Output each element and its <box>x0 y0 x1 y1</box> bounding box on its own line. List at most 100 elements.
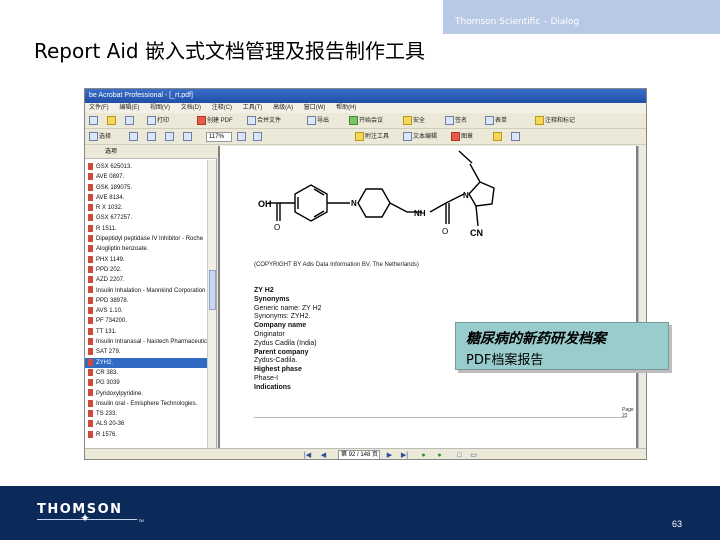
page-number-field[interactable]: 第 92 / 148 页 <box>338 450 380 459</box>
zoom-plus-button[interactable] <box>253 132 263 142</box>
print-button[interactable]: 打印 <box>147 116 169 126</box>
bookmark-item[interactable]: AVS 1.10. <box>85 306 207 316</box>
select-tool[interactable]: 选择 <box>89 132 111 142</box>
bookmark-label: R 1576. <box>96 431 118 438</box>
bookmark-item[interactable]: AVE 8134. <box>85 193 207 203</box>
info-line: ZY H2 <box>254 287 274 294</box>
sticky-note-tool[interactable]: 附注工具 <box>355 132 389 142</box>
bookmark-item[interactable]: CR 383. <box>85 368 207 378</box>
meeting-button[interactable]: 开始会议 <box>349 116 383 126</box>
bookmark-item[interactable]: TS 233. <box>85 409 207 419</box>
pdf-file-icon <box>88 162 93 170</box>
export-button[interactable]: 导出 <box>307 116 329 126</box>
bookmarks-scrollbar[interactable] <box>207 160 216 448</box>
go-back-button[interactable]: ● <box>419 451 428 459</box>
continuous-view-button[interactable]: ▭ <box>469 451 478 459</box>
bookmark-item[interactable]: ALS 20-36 <box>85 419 207 429</box>
highlighter-icon <box>493 132 502 141</box>
info-line: Synonyms <box>254 295 290 303</box>
menu-comments[interactable]: 注释(C) <box>212 105 232 111</box>
bookmark-item[interactable]: Alogliptin benzoate. <box>85 244 207 254</box>
save-button[interactable] <box>89 116 99 126</box>
zoom-out-button[interactable] <box>237 132 247 142</box>
combine-button[interactable]: 合并文件 <box>247 116 281 126</box>
go-forward-button[interactable]: ● <box>435 451 444 459</box>
bookmark-label: Insulin Intranasal - Nastech Pharmaceuti… <box>96 339 207 346</box>
highlight-tool[interactable] <box>493 132 503 142</box>
page-icon <box>147 132 156 141</box>
bookmark-item[interactable]: PHX 1149. <box>85 255 207 265</box>
bookmark-label: PF 734200. <box>96 318 128 325</box>
menu-file[interactable]: 文件(F) <box>89 105 109 111</box>
sign-button[interactable]: 签名 <box>445 116 467 126</box>
comment-icon <box>535 116 544 125</box>
bookmark-item[interactable]: PF 734200. <box>85 316 207 326</box>
document-scrollbar[interactable] <box>638 146 646 448</box>
bookmark-label: PHX 1149. <box>96 256 125 263</box>
bookmark-item[interactable]: GSX 677257. <box>85 213 207 223</box>
zoom-in-tool[interactable] <box>129 132 139 142</box>
bookmark-item[interactable]: ZYH2. <box>85 357 207 368</box>
bookmark-item[interactable]: R X 1032. <box>85 203 207 213</box>
text-edit-tool[interactable]: 文本编辑 <box>403 132 437 142</box>
menu-document[interactable]: 文档(D) <box>181 105 201 111</box>
next-page-button[interactable]: ▶ <box>385 451 394 459</box>
company-label: Thomson Scientific – Dialog <box>455 17 580 27</box>
menu-view[interactable]: 视图(V) <box>150 105 170 111</box>
menu-window[interactable]: 窗口(W) <box>304 105 326 111</box>
pdf-file-icon <box>88 410 93 418</box>
stamp-tool[interactable]: 图章 <box>451 132 473 142</box>
bookmark-item[interactable]: Insulin Intranasal - Nastech Pharmaceuti… <box>85 337 207 347</box>
bookmark-item[interactable]: PG 3039 <box>85 378 207 388</box>
bookmark-label: Insulin oral - Emisphere Technologies. <box>96 400 198 407</box>
prev-page-button[interactable]: ◀ <box>319 451 328 459</box>
bookmark-label: AVS 1.10. <box>96 308 123 315</box>
scrollbar-thumb[interactable] <box>209 270 216 310</box>
fit-page-tool[interactable] <box>147 132 157 142</box>
oh-label: OH <box>258 199 272 209</box>
shape-tool[interactable] <box>511 132 521 142</box>
zoom-field[interactable]: 117% <box>206 132 232 142</box>
menu-advanced[interactable]: 高级(A) <box>273 105 293 111</box>
single-page-view-button[interactable]: □ <box>455 451 464 459</box>
bookmark-item[interactable]: PPD 38978. <box>85 296 207 306</box>
first-page-button[interactable]: |◀ <box>303 451 312 459</box>
security-button[interactable]: 安全 <box>403 116 425 126</box>
pdf-icon <box>197 116 206 125</box>
note-icon <box>355 132 364 141</box>
bookmark-item[interactable]: R 1576. <box>85 430 207 440</box>
menu-help[interactable]: 帮助(H) <box>336 105 356 111</box>
bookmark-label: R 1511. <box>96 225 117 232</box>
bookmark-item[interactable]: GSX 625013. <box>85 162 207 172</box>
markup-button[interactable]: 注释和标记 <box>535 116 575 126</box>
menu-edit[interactable]: 编辑(E) <box>119 105 139 111</box>
forms-button[interactable]: 表单 <box>485 116 507 126</box>
bookmark-item[interactable]: AZD 2207. <box>85 275 207 285</box>
bookmark-item[interactable]: AVE 0897. <box>85 172 207 182</box>
bookmark-options-button[interactable]: 选项 <box>105 149 117 155</box>
bookmark-item[interactable]: Dipeptidyl peptidase IV Inhibitor - Roch… <box>85 234 207 244</box>
bookmark-label: AZD 2207. <box>96 277 125 284</box>
mail-icon <box>125 116 134 125</box>
bookmark-item[interactable]: Pyridoxylpyridine. <box>85 389 207 399</box>
rotate-tool[interactable] <box>183 132 193 142</box>
bookmark-item[interactable]: TT 131. <box>85 327 207 337</box>
menu-tools[interactable]: 工具(T) <box>243 105 263 111</box>
bookmark-item[interactable]: R 1511. <box>85 224 207 234</box>
pdf-file-icon <box>88 276 93 284</box>
bookmark-item[interactable]: Insulin Inhalation - Mannkind Corporatio… <box>85 286 207 296</box>
bookmark-item[interactable]: Insulin oral - Emisphere Technologies. <box>85 399 207 409</box>
email-button[interactable] <box>125 116 135 126</box>
bookmark-item[interactable]: SAT 279. <box>85 347 207 357</box>
bookmark-item[interactable]: PPD 202. <box>85 265 207 275</box>
pdf-file-icon <box>88 399 93 407</box>
create-pdf-button[interactable]: 创建 PDF <box>197 116 233 126</box>
nh-label: NH <box>414 209 426 218</box>
last-page-button[interactable]: ▶| <box>400 451 409 459</box>
page-width-icon <box>165 132 174 141</box>
open-button[interactable] <box>107 116 117 126</box>
fit-width-tool[interactable] <box>165 132 175 142</box>
bookmark-item[interactable]: GSK 189075. <box>85 183 207 193</box>
pdf-file-icon <box>88 235 93 242</box>
carbonyl-o-label: O <box>274 223 280 232</box>
